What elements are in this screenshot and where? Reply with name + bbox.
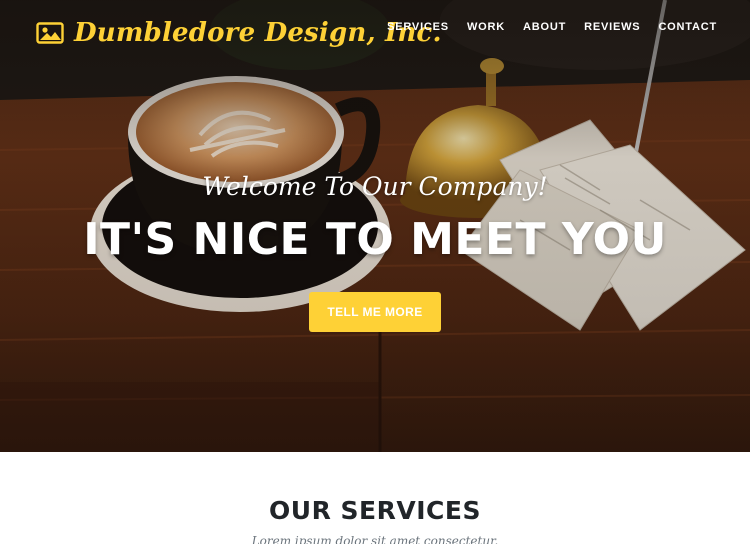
services-subheading: Lorem ipsum dolor sit amet consectetur.: [251, 534, 499, 544]
tell-me-more-button[interactable]: TELL ME MORE: [309, 292, 441, 332]
brand-link[interactable]: Dumbledore Design, Inc.: [36, 18, 442, 48]
nav-item-services[interactable]: SERVICES: [387, 21, 449, 33]
main-navigation: SERVICES WORK ABOUT REVIEWS CONTACT: [387, 21, 717, 33]
hero-heading: IT'S NICE TO MEET YOU: [83, 214, 667, 265]
hero-lead-text: Welcome To Our Company!: [202, 172, 548, 201]
hero-masthead: Dumbledore Design, Inc. SERVICES WORK AB…: [0, 0, 750, 452]
nav-item-about[interactable]: ABOUT: [523, 21, 566, 33]
services-heading: OUR SERVICES: [269, 496, 481, 525]
image-icon: [36, 22, 64, 44]
nav-item-work[interactable]: WORK: [467, 21, 505, 33]
services-section: OUR SERVICES Lorem ipsum dolor sit amet …: [0, 452, 750, 544]
nav-item-contact[interactable]: CONTACT: [658, 21, 717, 33]
nav-item-reviews[interactable]: REVIEWS: [584, 21, 640, 33]
